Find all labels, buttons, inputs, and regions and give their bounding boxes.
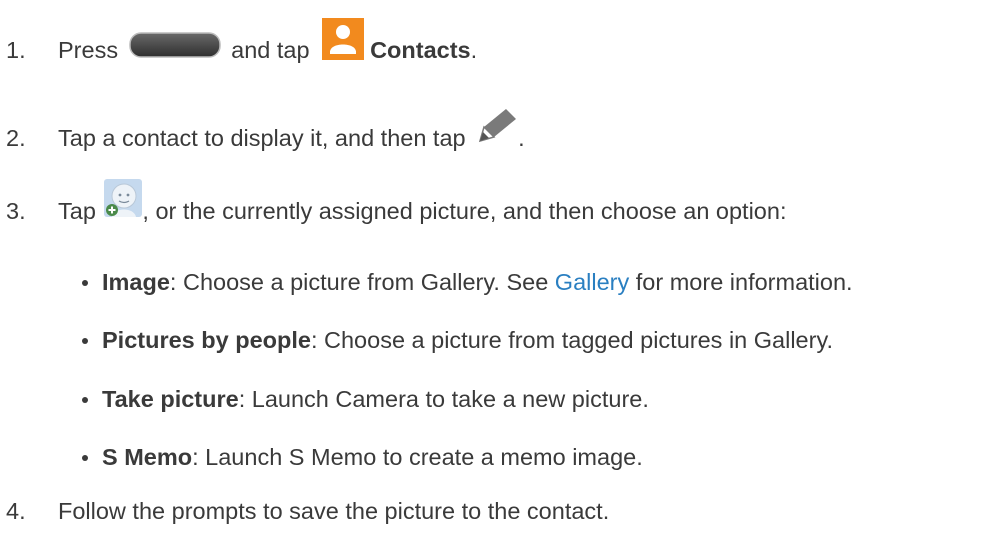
option-title: Pictures by people xyxy=(102,327,311,353)
step-text: Press xyxy=(58,37,119,63)
step-text: Tap a contact to display it, and then ta… xyxy=(58,125,466,151)
option-title: Image xyxy=(102,269,170,295)
step-number: 2. xyxy=(6,125,26,151)
step-text: and tap xyxy=(231,37,310,63)
home-key-icon xyxy=(128,31,221,63)
bullet-icon xyxy=(82,397,88,403)
instructions: 1. Press and tap Contacts. 2. Tap a cont… xyxy=(0,0,1006,533)
pencil-icon xyxy=(476,107,518,148)
contacts-icon xyxy=(322,17,365,65)
contacts-label: Contacts xyxy=(370,37,471,63)
bullet-icon xyxy=(82,280,88,286)
option-title: Take picture xyxy=(102,386,239,412)
gallery-link[interactable]: Gallery xyxy=(555,269,629,295)
step-text: Tap xyxy=(58,198,96,224)
step-number: 4. xyxy=(6,498,26,524)
step-number: 1. xyxy=(6,37,26,63)
add-contact-photo-icon xyxy=(104,178,143,222)
step-text: Follow the prompts to save the picture t… xyxy=(58,498,610,524)
bullet-icon xyxy=(82,455,88,461)
step-number: 3. xyxy=(6,198,26,224)
option-title: S Memo xyxy=(102,444,193,470)
bullet-icon xyxy=(82,338,88,344)
